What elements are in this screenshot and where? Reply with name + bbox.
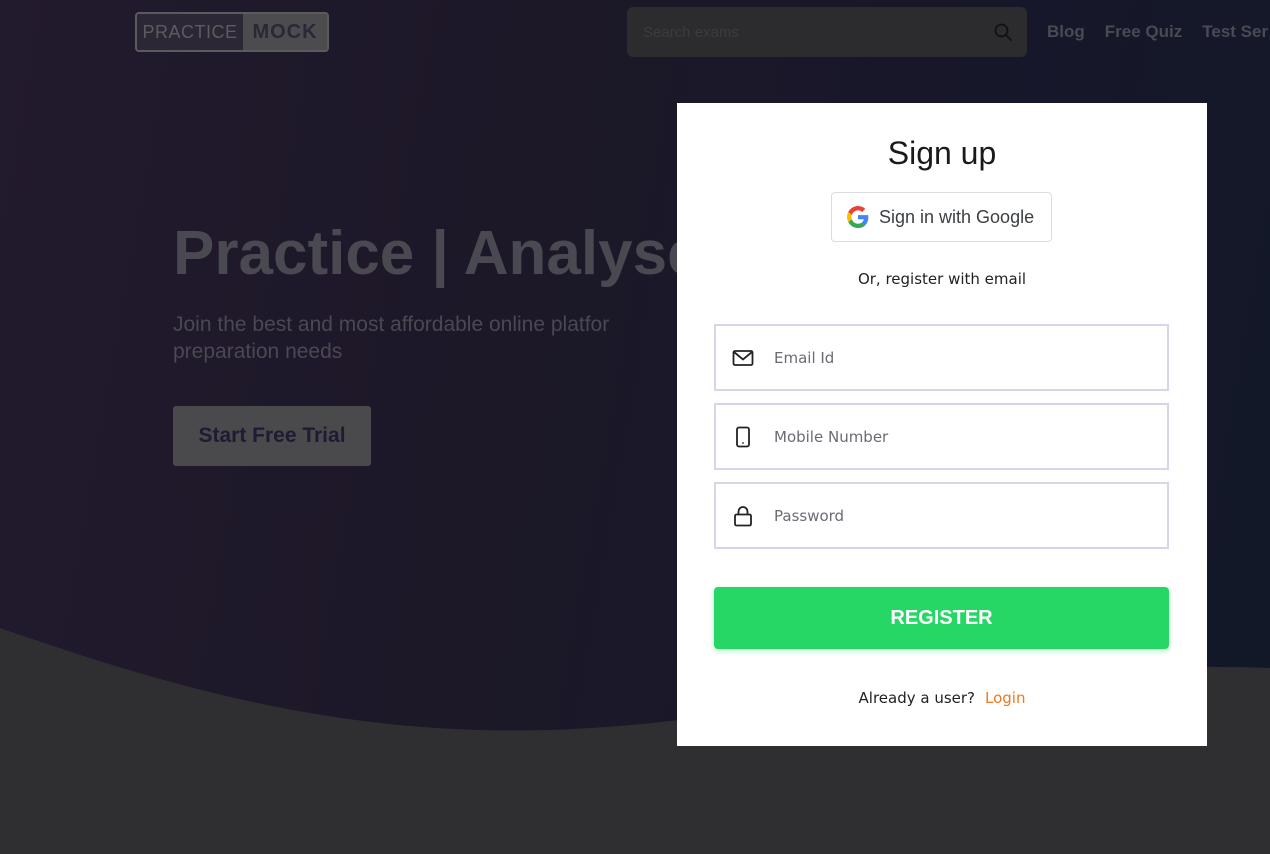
password-field[interactable]: [714, 482, 1169, 549]
search-input[interactable]: [641, 22, 993, 42]
mobile-field[interactable]: [714, 403, 1169, 470]
email-input[interactable]: [772, 347, 1167, 368]
already-user-row: Already a user? Login: [677, 689, 1207, 707]
register-button[interactable]: REGISTER: [714, 587, 1169, 649]
nav-test-series[interactable]: Test Ser: [1202, 22, 1268, 42]
mail-icon: [732, 349, 754, 366]
signup-modal: Sign up Sign in with Google Or, register…: [677, 103, 1207, 746]
modal-title: Sign up: [887, 135, 997, 171]
google-icon: [847, 206, 869, 228]
phone-icon: [736, 426, 750, 447]
lock-icon: [734, 505, 752, 526]
email-field[interactable]: [714, 324, 1169, 391]
nav-blog[interactable]: Blog: [1047, 22, 1085, 42]
logo-practice-text: PRACTICE: [137, 14, 243, 50]
nav-free-quiz[interactable]: Free Quiz: [1105, 22, 1182, 42]
google-signin-label: Sign in with Google: [879, 206, 1035, 227]
mobile-input[interactable]: [772, 426, 1167, 447]
search-bar: [627, 7, 1027, 57]
login-link[interactable]: Login: [985, 689, 1025, 707]
start-free-trial-button[interactable]: Start Free Trial: [173, 406, 371, 466]
hero-subtitle: Join the best and most affordable online…: [173, 313, 610, 363]
or-register-text: Or, register with email: [857, 270, 1027, 288]
already-user-text: Already a user?: [858, 689, 976, 707]
logo-mock-text: MOCK: [243, 14, 327, 50]
top-nav: Blog Free Quiz Test Ser: [1047, 22, 1268, 42]
search-icon[interactable]: [993, 22, 1013, 42]
google-signin-button[interactable]: Sign in with Google: [831, 192, 1052, 242]
password-input[interactable]: [772, 505, 1167, 526]
site-logo[interactable]: PRACTICE MOCK: [135, 12, 329, 52]
hero-title: Practice | Analyse: [173, 219, 702, 288]
